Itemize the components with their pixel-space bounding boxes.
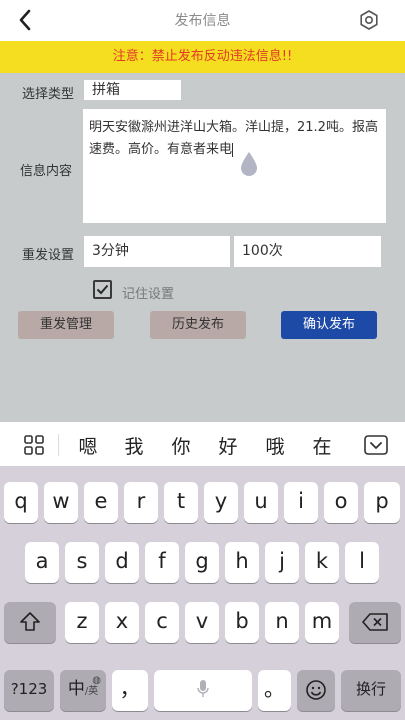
globe-icon: ◍ — [92, 675, 101, 686]
key-k[interactable]: k — [305, 542, 339, 583]
key-y[interactable]: y — [204, 482, 238, 523]
language-key-label: 中 — [67, 679, 85, 699]
key-q[interactable]: q — [4, 482, 38, 523]
key-l[interactable]: l — [345, 542, 379, 583]
candidate-word[interactable]: 哦 — [263, 432, 287, 459]
key-s[interactable]: s — [65, 542, 99, 583]
emoji-icon — [306, 680, 326, 700]
grid-menu-icon[interactable] — [23, 434, 45, 456]
keyboard: q w e r t y u i o p a s d f g h j k l z … — [0, 466, 405, 720]
page-title: 发布信息 — [174, 13, 231, 29]
publish-form: 选择类型 拼箱 信息内容 明天安徽滁州进洋山大箱。洋山提，21.2吨。报高速费。… — [0, 73, 405, 422]
type-select[interactable]: 拼箱 — [84, 80, 181, 100]
confirm-publish-button[interactable]: 确认发布 — [281, 311, 377, 339]
backspace-icon — [362, 613, 388, 631]
period-key[interactable]: 。 — [258, 670, 291, 711]
gear-icon[interactable] — [357, 8, 381, 32]
candidate-word[interactable]: 好 — [216, 432, 240, 459]
key-a[interactable]: a — [25, 542, 59, 583]
key-z[interactable]: z — [65, 602, 99, 643]
backspace-key[interactable] — [349, 602, 401, 643]
key-t[interactable]: t — [164, 482, 198, 523]
microphone-icon — [197, 680, 209, 697]
text-cursor-handle-icon[interactable] — [239, 151, 259, 177]
key-d[interactable]: d — [105, 542, 139, 583]
shift-arrow-icon — [20, 612, 40, 631]
nav-bar: 发布信息 — [0, 0, 405, 40]
candidate-word[interactable]: 在 — [310, 432, 334, 459]
key-u[interactable]: u — [244, 482, 278, 523]
key-g[interactable]: g — [185, 542, 219, 583]
repost-manage-button[interactable]: 重发管理 — [18, 311, 114, 339]
key-e[interactable]: e — [84, 482, 118, 523]
repeat-interval-field[interactable]: 3分钟 — [84, 236, 230, 267]
key-o[interactable]: o — [324, 482, 358, 523]
key-f[interactable]: f — [145, 542, 179, 583]
remember-label: 记住设置 — [122, 287, 175, 302]
candidate-divider — [58, 434, 59, 456]
shift-key[interactable] — [4, 602, 56, 643]
content-textarea[interactable]: 明天安徽滁州进洋山大箱。洋山提，21.2吨。报高速费。高价。有意者来电 — [83, 109, 386, 223]
key-p[interactable]: p — [364, 482, 400, 523]
content-label: 信息内容 — [20, 164, 73, 179]
key-m[interactable]: m — [305, 602, 339, 643]
remember-checkbox[interactable] — [93, 280, 112, 299]
ime-candidate-bar: 嗯 我 你 好 哦 在 — [0, 422, 405, 466]
key-b[interactable]: b — [225, 602, 259, 643]
repeat-label: 重发设置 — [22, 248, 75, 263]
key-r[interactable]: r — [124, 482, 158, 523]
emoji-key[interactable] — [297, 670, 335, 711]
warning-banner: 注意：禁止发布反动违法信息!! — [0, 41, 405, 73]
content-text: 明天安徽滁州进洋山大箱。洋山提，21.2吨。报高速费。高价。有意者来电 — [89, 120, 378, 157]
key-x[interactable]: x — [105, 602, 139, 643]
type-label: 选择类型 — [22, 87, 75, 102]
key-c[interactable]: c — [145, 602, 179, 643]
key-i[interactable]: i — [284, 482, 318, 523]
comma-key[interactable]: ， — [112, 670, 148, 711]
history-button[interactable]: 历史发布 — [150, 311, 246, 339]
key-h[interactable]: h — [225, 542, 259, 583]
key-j[interactable]: j — [265, 542, 299, 583]
candidate-word[interactable]: 我 — [122, 432, 146, 459]
language-switch-key[interactable]: 中/英 ◍ — [60, 670, 106, 711]
enter-key[interactable]: 换行 — [341, 670, 401, 711]
numbers-key[interactable]: ?123 — [4, 670, 54, 711]
key-v[interactable]: v — [185, 602, 219, 643]
repeat-count-field[interactable]: 100次 — [234, 236, 381, 267]
candidate-word[interactable]: 嗯 — [76, 432, 100, 459]
key-n[interactable]: n — [265, 602, 299, 643]
text-caret — [232, 142, 234, 157]
candidate-word[interactable]: 你 — [169, 432, 193, 459]
key-w[interactable]: w — [44, 482, 78, 523]
keyboard-collapse-icon[interactable] — [364, 434, 388, 456]
space-key[interactable] — [154, 670, 252, 711]
